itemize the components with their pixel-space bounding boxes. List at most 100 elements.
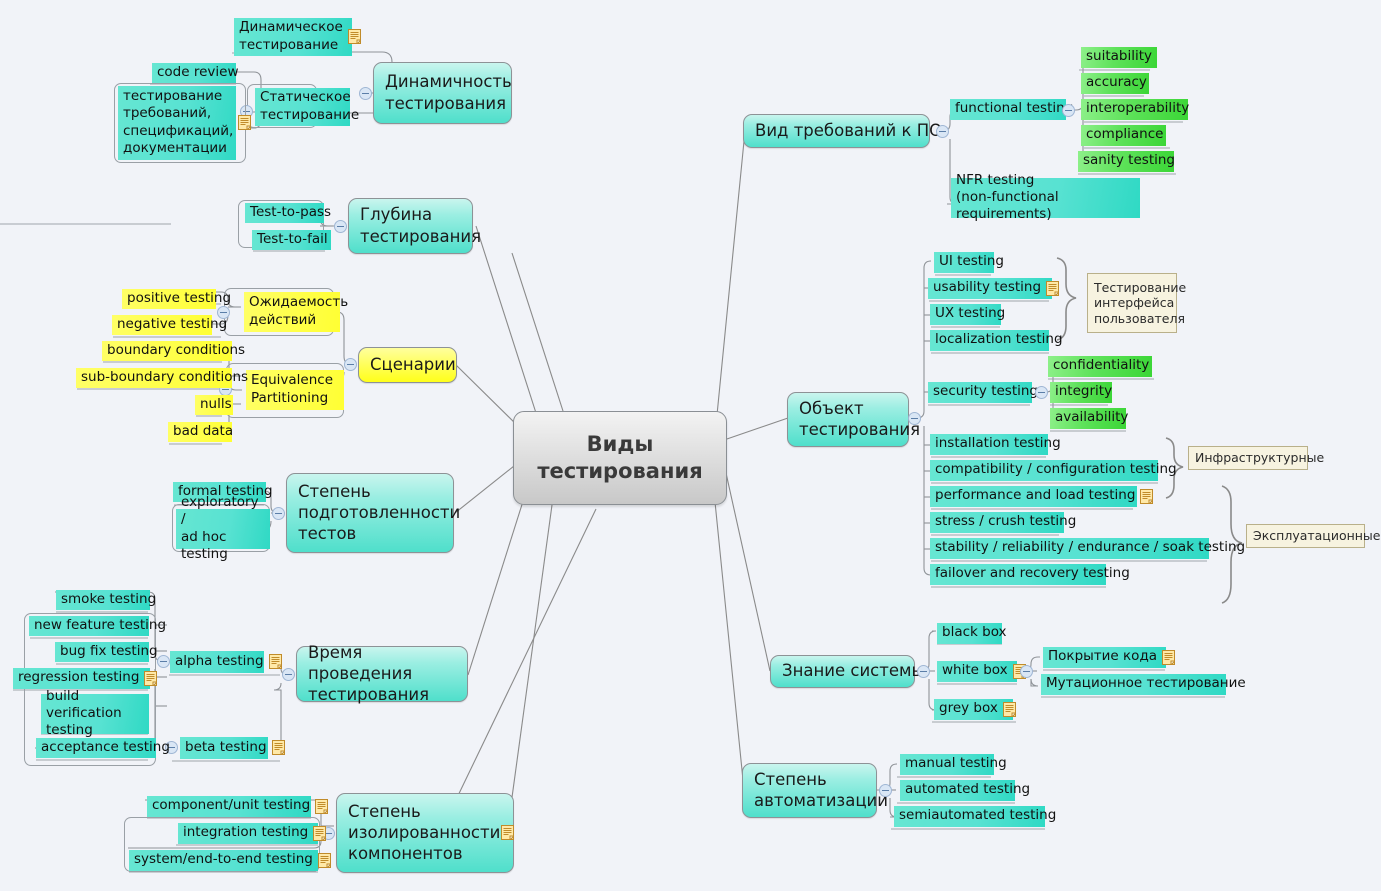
leaf-alpha-testing[interactable]: alpha testing [170, 651, 282, 673]
leaf-smoke-testing[interactable]: smoke testing [56, 590, 156, 610]
leaf-test-to-fail[interactable]: Test-to-fail [252, 230, 331, 250]
leaf-label: functional testing [955, 100, 1074, 117]
collapse-knob-knowledge[interactable] [917, 665, 930, 678]
leaf-label: UI testing [939, 253, 1004, 270]
leaf-availability[interactable]: availability [1050, 408, 1128, 429]
leaf-label: Динамическое тестирование [239, 19, 343, 53]
leaf-manual-testing[interactable]: manual testing [900, 754, 1007, 775]
leaf-system-end-to-end-testing[interactable]: system/end-to-end testing [129, 850, 331, 871]
leaf-accuracy[interactable]: accuracy [1081, 73, 1149, 94]
leaf-sub-boundary-conditions[interactable]: sub-boundary conditions [76, 368, 248, 388]
branch-object[interactable]: Объект тестирования [787, 392, 920, 447]
leaf-requirements-docs-testing[interactable]: тестирование требований, спецификаций, д… [118, 86, 252, 160]
branch-depth[interactable]: Глубина тестирования [348, 198, 481, 254]
note-icon[interactable] [347, 29, 361, 44]
collapse-knob-whitebox[interactable] [1020, 665, 1033, 678]
collapse-knob-depth[interactable] [334, 220, 347, 233]
note-icon[interactable] [1162, 649, 1176, 665]
note-icon[interactable] [317, 852, 331, 868]
note-icon[interactable] [1046, 280, 1060, 296]
collapse-knob-timing[interactable] [282, 668, 295, 681]
leaf-label: alpha testing [175, 652, 264, 669]
branch-requirements[interactable]: Вид требований к ПО [743, 114, 942, 148]
leaf-performance-and-load-testing[interactable]: performance and load testing [930, 486, 1154, 507]
leaf-nulls[interactable]: nulls [195, 395, 233, 415]
leaf-white-box[interactable]: white box [937, 661, 1026, 682]
leaf-bad-data[interactable]: bad data [168, 422, 233, 442]
leaf-failover-and-recovery-testing[interactable]: failover and recovery testing [930, 564, 1130, 585]
leaf-confidentiality[interactable]: confidentiality [1048, 356, 1152, 377]
leaf-black-box[interactable]: black box [937, 623, 1007, 644]
leaf-label: Test-to-fail [257, 230, 328, 247]
leaf-exploratory-ad-hoc-testing[interactable]: exploratory / ad hoc testing [176, 494, 270, 562]
leaf-positive-testing[interactable]: positive testing [122, 289, 231, 309]
collapse-knob-security[interactable] [1035, 386, 1048, 399]
collapse-knob-dynamic[interactable] [359, 87, 372, 100]
leaf-build-verification-testing[interactable]: build verification testing [41, 688, 149, 738]
branch-automation[interactable]: Степень автоматизации [742, 763, 888, 818]
leaf-suitability[interactable]: suitability [1081, 47, 1157, 68]
leaf-equivalence-partitioning[interactable]: Equivalence Partitioning [246, 370, 344, 410]
leaf-expectedness[interactable]: Ожидаемость действий [244, 292, 348, 332]
leaf-component-unit-testing[interactable]: component/unit testing [147, 796, 329, 817]
note-icon[interactable] [1140, 488, 1154, 504]
leaf-beta-testing[interactable]: beta testing [180, 737, 285, 759]
collapse-knob-functional[interactable] [1062, 104, 1075, 117]
leaf-acceptance-testing[interactable]: acceptance testing [36, 738, 170, 758]
note-icon[interactable] [501, 825, 514, 840]
branch-scenarios[interactable]: Сценарии [358, 347, 457, 383]
leaf-new-feature-testing[interactable]: new feature testing [29, 616, 166, 636]
leaf-usability-testing[interactable]: usability testing [928, 278, 1060, 299]
note-icon[interactable] [144, 670, 158, 686]
leaf-label: interoperability [1086, 100, 1190, 117]
leaf-static-testing[interactable]: Статическое тестирование [255, 88, 359, 126]
note-icon[interactable] [315, 798, 329, 814]
branch-readiness[interactable]: Степень подготовленности тестов [286, 473, 460, 553]
note-icon[interactable] [238, 115, 252, 130]
leaf-test-to-pass[interactable]: Test-to-pass [245, 203, 331, 223]
leaf-regression-testing[interactable]: regression testing [13, 668, 158, 689]
leaf-label: accuracy [1086, 74, 1147, 91]
collapse-knob-object[interactable] [908, 412, 921, 425]
note-icon[interactable] [1002, 701, 1016, 717]
leaf-code-coverage[interactable]: Покрытие кода [1043, 647, 1176, 668]
leaf-boundary-conditions[interactable]: boundary conditions [102, 341, 245, 361]
leaf-grey-box[interactable]: grey box [934, 699, 1016, 720]
leaf-functional-testing[interactable]: functional testing [950, 99, 1073, 120]
leaf-bug-fix-testing[interactable]: bug fix testing [55, 642, 158, 662]
collapse-knob-requirements[interactable] [936, 125, 949, 138]
collapse-knob-scenarios[interactable] [344, 358, 357, 371]
branch-isolation[interactable]: Степень изолированности компонентов [336, 793, 514, 873]
leaf-automated-testing[interactable]: automated testing [900, 780, 1030, 801]
leaf-nfr-testing[interactable]: NFR testing (non-functional requirements… [951, 172, 1140, 222]
callout-label: Инфраструктурные [1195, 450, 1325, 466]
note-icon[interactable] [313, 825, 327, 841]
leaf-interoperability[interactable]: interoperability [1081, 99, 1190, 120]
leaf-negative-testing[interactable]: negative testing [112, 315, 227, 335]
leaf-integrity[interactable]: integrity [1050, 382, 1112, 403]
leaf-dynamic-testing[interactable]: Динамическое тестирование [234, 18, 361, 56]
leaf-stability-reliability-endurance-soak-testing[interactable]: stability / reliability / endurance / so… [930, 538, 1245, 559]
collapse-knob-alpha[interactable] [157, 655, 170, 668]
leaf-integration-testing[interactable]: integration testing [178, 823, 327, 844]
leaf-stress-crush-testing[interactable]: stress / crush testing [930, 512, 1076, 533]
branch-dynamic[interactable]: Динамичность тестирования [373, 62, 512, 124]
collapse-knob-automation[interactable] [879, 784, 892, 797]
branch-timing[interactable]: Время проведения тестирования [296, 643, 468, 704]
leaf-mutation-testing[interactable]: Мутационное тестирование [1041, 674, 1246, 695]
leaf-localization-testing[interactable]: localization testing [930, 330, 1063, 351]
leaf-ux-testing[interactable]: UX testing [930, 304, 1005, 325]
leaf-compliance[interactable]: compliance [1081, 125, 1166, 146]
central-topic[interactable]: Виды тестирования [513, 411, 727, 505]
leaf-code-review[interactable]: code review [152, 63, 239, 83]
collapse-knob-readiness[interactable] [272, 507, 285, 520]
leaf-compatibility-configuration-testing[interactable]: compatibility / configuration testing [930, 460, 1177, 481]
leaf-installation-testing[interactable]: installation testing [930, 434, 1061, 455]
leaf-sanity-testing[interactable]: sanity testing [1078, 151, 1175, 172]
leaf-semiautomated-testing[interactable]: semiautomated testing [894, 806, 1056, 827]
branch-knowledge[interactable]: Знание системы [770, 655, 925, 688]
note-icon[interactable] [271, 740, 285, 755]
note-icon[interactable] [268, 654, 282, 669]
leaf-ui-testing[interactable]: UI testing [934, 252, 1004, 273]
leaf-security-testing[interactable]: security testing [928, 382, 1038, 403]
